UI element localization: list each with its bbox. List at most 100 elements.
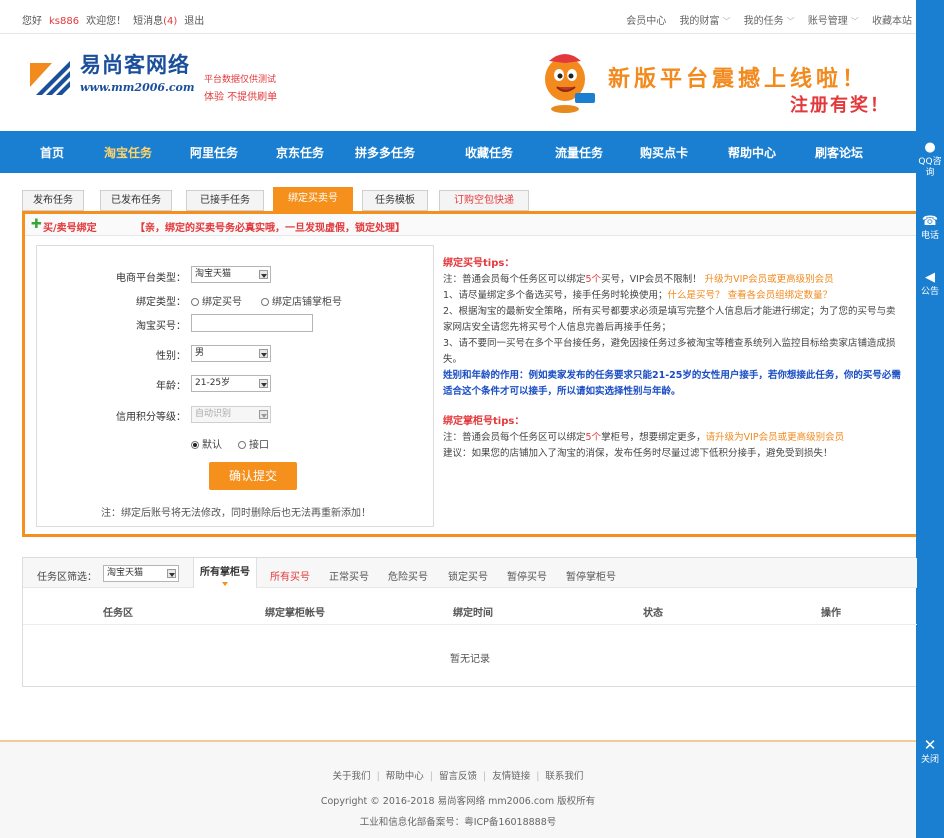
header-divider — [23, 624, 917, 625]
separator: | — [376, 771, 380, 782]
promo-subtitle[interactable]: 注册有奖！ — [790, 91, 890, 117]
mode-api-label: 接口 — [249, 440, 269, 451]
nav-forum[interactable]: 刷客论坛 — [815, 144, 863, 161]
buyer-tip-1c: 买号，VIP会员不限制！ — [601, 274, 702, 285]
footer-help-link[interactable]: 帮助中心 — [386, 771, 424, 782]
buyer-tip-2: 1、请尽量绑定多个备选买号，接手任务时轮换使用；什么是买号？ 查看各会员组绑定数… — [443, 288, 903, 304]
filter-risky-buyers[interactable]: 危险买号 — [388, 568, 428, 583]
buyer-tip-1: 注：普通会员每个任务区可以绑定5个买号，VIP会员不限制！ 升级为VIP会员或更… — [443, 272, 903, 288]
tips-section: 绑定买号tips： 注：普通会员每个任务区可以绑定5个买号，VIP会员不限制！ … — [443, 256, 903, 462]
account-menu[interactable]: 账号管理 ﹀ — [808, 16, 859, 27]
close-icon: ✕ — [923, 736, 937, 754]
account-input[interactable] — [191, 314, 313, 332]
footer-about-link[interactable]: 关于我们 — [333, 771, 371, 782]
nav-buy-points[interactable]: 购买点卡 — [640, 144, 688, 161]
nav-help-center[interactable]: 帮助中心 — [728, 144, 776, 161]
brand-note-1: 平台数据仅供测试 — [204, 75, 277, 85]
mode-api-radio[interactable]: 接口 — [238, 436, 269, 451]
filter-normal-buyers[interactable]: 正常买号 — [329, 568, 369, 583]
buyer-tip-1a: 注：普通会员每个任务区可以绑定 — [443, 274, 586, 285]
close-rail-button[interactable]: ✕ 关闭 — [916, 738, 944, 766]
chevron-down-icon — [259, 410, 268, 419]
nav-favorite-tasks[interactable]: 收藏任务 — [465, 144, 513, 161]
chevron-down-icon — [259, 379, 268, 388]
right-rail: ● QQ咨询 ☎ 电话 ◀ 公告 ✕ 关闭 — [916, 0, 944, 838]
logo-icon[interactable] — [30, 55, 70, 95]
chevron-down-icon: ﹀ — [722, 17, 731, 26]
filter-all-sellers[interactable]: 所有掌柜号 — [193, 558, 257, 588]
bind-type-buyer-radio[interactable]: 绑定买号 — [191, 293, 242, 308]
col-bind-time: 绑定时间 — [453, 608, 493, 619]
wealth-label: 我的财富 — [679, 16, 720, 27]
phone-button[interactable]: ☎ 电话 — [916, 214, 944, 242]
welcome-text: 欢迎您！ — [86, 16, 127, 27]
footer-icp[interactable]: 工业和信息化部备案号：粤ICP备16018888号 — [0, 814, 916, 828]
tab-bind-accounts[interactable]: 绑定买卖号 — [273, 187, 353, 211]
bookmark-link[interactable]: 收藏本站 — [872, 16, 912, 27]
footer-feedback-link[interactable]: 留言反馈 — [439, 771, 477, 782]
user-greeting: 您好 ks886 欢迎您！ 短消息(4) 退出 — [22, 12, 204, 27]
footer-copyright: Copyright © 2016-2018 易尚客网络 mm2006.com 版… — [320, 796, 596, 807]
filter-locked-buyers[interactable]: 锁定买号 — [448, 568, 488, 583]
radio-icon — [238, 441, 246, 449]
qq-icon: ● — [924, 140, 936, 155]
bind-form: 电商平台类型： 淘宝天猫 绑定类型： 绑定买号 绑定店铺掌柜号 淘宝买号： 性别… — [36, 245, 434, 527]
footer-contact-link[interactable]: 联系我们 — [545, 771, 583, 782]
nav-taobao-tasks[interactable]: 淘宝任务 — [104, 144, 152, 161]
gender-select[interactable]: 男 — [191, 345, 271, 362]
mode-default-radio[interactable]: 默认 — [191, 436, 222, 451]
bind-account-panel: ✚ 买/卖号绑定 【亲，绑定的买卖号务必真实哦，一旦发现虚假，锁定处理】 电商平… — [22, 211, 916, 537]
filter-all-buyers[interactable]: 所有买号 — [270, 568, 310, 583]
age-label: 年龄： — [156, 381, 186, 392]
wealth-menu[interactable]: 我的财富 ﹀ — [679, 16, 730, 27]
tab-publish-task[interactable]: 发布任务 — [22, 190, 84, 211]
notice-button[interactable]: ◀ 公告 — [916, 270, 944, 298]
nav-home[interactable]: 首页 — [40, 144, 64, 161]
upgrade-vip-link[interactable]: 升级为VIP会员或更高级别会员 — [705, 274, 834, 285]
seller-upgrade-vip-link[interactable]: 请升级为VIP会员或更高级别会员 — [706, 432, 845, 443]
tasks-menu[interactable]: 我的任务 ﹀ — [744, 16, 795, 27]
panel-warning: 【亲，绑定的买卖号务必真实哦，一旦发现虚假，锁定处理】 — [135, 223, 405, 234]
nav-traffic-tasks[interactable]: 流量任务 — [555, 144, 603, 161]
nav-pdd-tasks[interactable]: 拼多多任务 — [355, 144, 415, 161]
brand-url: www.mm2006.com — [80, 81, 195, 94]
separator: | — [536, 771, 540, 782]
what-is-buyer-link[interactable]: 什么是买号？ — [668, 290, 725, 301]
credit-label: 信用积分等级： — [116, 412, 186, 423]
member-center-link[interactable]: 会员中心 — [626, 16, 666, 27]
age-select[interactable]: 21-25岁 — [191, 375, 271, 392]
separator: | — [483, 771, 487, 782]
col-task-area: 任务区 — [103, 608, 133, 619]
nav-ali-tasks[interactable]: 阿里任务 — [190, 144, 238, 161]
bind-type-seller-radio[interactable]: 绑定店铺掌柜号 — [261, 293, 342, 308]
tab-task-templates[interactable]: 任务模板 — [362, 190, 428, 211]
panel-header: ✚ 买/卖号绑定 【亲，绑定的买卖号务必真实哦，一旦发现虚假，锁定处理】 — [25, 214, 916, 236]
platform-select[interactable]: 淘宝天猫 — [191, 266, 271, 283]
submit-button[interactable]: 确认提交 — [209, 462, 297, 490]
view-bind-count-link[interactable]: 查看各会员组绑定数量？ — [728, 290, 833, 301]
site-footer: 关于我们 | 帮助中心 | 留言反馈 | 友情链接 | 联系我们 Copyright © 201… — [0, 742, 916, 838]
account-label: 淘宝买号： — [136, 321, 186, 332]
footer-friend-links[interactable]: 友情链接 — [492, 771, 530, 782]
seller-tip-1b: 5个 — [585, 432, 602, 443]
logout-link[interactable]: 退出 — [184, 16, 204, 27]
messages-link[interactable]: 短消息(4) — [133, 16, 177, 27]
tips-gap — [443, 400, 903, 414]
username-link[interactable]: ks886 — [49, 16, 79, 27]
tasks-label: 我的任务 — [743, 16, 784, 27]
credit-value: 自动识别 — [195, 409, 232, 419]
gender-value: 男 — [195, 348, 205, 358]
filter-paused-buyers[interactable]: 暂停买号 — [507, 568, 547, 583]
footer-links: 关于我们 | 帮助中心 | 留言反馈 | 友情链接 | 联系我们 — [0, 768, 916, 782]
account-label: 账号管理 — [807, 16, 848, 27]
tab-order-express[interactable]: 订购空包快递 — [439, 190, 529, 211]
filter-platform-select[interactable]: 淘宝天猫 — [103, 565, 179, 582]
caret-down-icon — [222, 582, 228, 586]
tab-published-tasks[interactable]: 已发布任务 — [100, 190, 172, 211]
radio-icon — [191, 298, 199, 306]
filter-paused-sellers[interactable]: 暂停掌柜号 — [566, 568, 616, 583]
qq-consult-button[interactable]: ● QQ咨询 — [916, 140, 944, 179]
nav-jd-tasks[interactable]: 京东任务 — [276, 144, 324, 161]
platform-value: 淘宝天猫 — [195, 269, 232, 279]
tab-accepted-tasks[interactable]: 已接手任务 — [186, 190, 264, 211]
